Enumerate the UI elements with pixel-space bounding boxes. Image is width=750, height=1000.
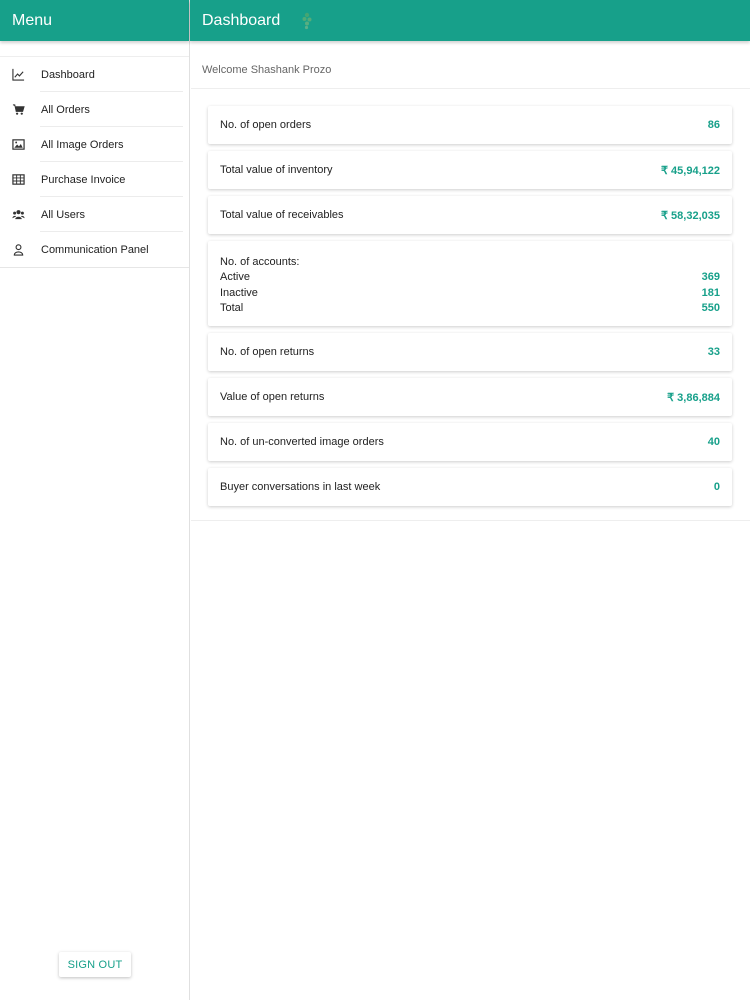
card-value: ₹ 58,32,035 [661, 209, 720, 222]
card-open-orders: No. of open orders 86 [208, 106, 732, 144]
sidebar-item-dashboard[interactable]: Dashboard [0, 57, 189, 92]
card-label: Total value of receivables [220, 209, 344, 221]
accounts-active-row: Active 369 [220, 270, 720, 286]
sidebar-item-purchase-invoice[interactable]: Purchase Invoice [0, 162, 189, 197]
welcome-text: Welcome Shashank Prozo [202, 64, 332, 76]
accounts-total-label: Total [220, 302, 244, 314]
card-value: 33 [707, 346, 720, 358]
sidebar-item-label: Purchase Invoice [41, 173, 126, 186]
sidebar-item-label: Communication Panel [41, 243, 149, 256]
sidebar-item-all-orders[interactable]: All Orders [0, 92, 189, 127]
loading-spinner-icon [300, 11, 314, 31]
sidebar-item-all-image-orders[interactable]: All Image Orders [0, 127, 189, 162]
card-accounts: No. of accounts: Active 369 Inactive 181… [208, 241, 732, 326]
table-icon [10, 172, 26, 188]
card-value: 86 [707, 119, 720, 131]
accounts-active-label: Active [220, 271, 250, 283]
card-label: Value of open returns [220, 391, 325, 403]
accounts-inactive-row: Inactive 181 [220, 286, 720, 302]
sidebar-item-label: All Image Orders [41, 138, 124, 151]
card-inventory-value: Total value of inventory ₹ 45,94,122 [208, 151, 732, 189]
dashboard-cards: No. of open orders 86 Total value of inv… [208, 106, 732, 513]
card-open-returns: No. of open returns 33 [208, 333, 732, 371]
cart-icon [10, 102, 26, 118]
card-value: 40 [707, 436, 720, 448]
accounts-inactive-value: 181 [701, 286, 720, 299]
card-label: No. of un-converted image orders [220, 436, 384, 448]
accounts-total-row: Total 550 [220, 301, 720, 317]
card-label: No. of open orders [220, 119, 312, 131]
card-label: Total value of inventory [220, 164, 333, 176]
header: Dashboard [190, 0, 750, 41]
sidebar-item-label: All Users [41, 208, 86, 221]
sidebar-item-label: All Orders [41, 103, 90, 116]
card-unconverted-image-orders: No. of un-converted image orders 40 [208, 423, 732, 461]
card-value: ₹ 3,86,884 [667, 391, 720, 404]
sidebar-item-communication-panel[interactable]: Communication Panel [0, 232, 189, 267]
card-label: Buyer conversations in last week [220, 481, 381, 493]
divider [191, 520, 750, 521]
image-icon [10, 137, 26, 153]
card-label: No. of accounts: [220, 256, 300, 268]
card-buyer-conversations: Buyer conversations in last week 0 [208, 468, 732, 506]
accounts-total-value: 550 [701, 302, 720, 314]
page-title: Dashboard [202, 11, 281, 29]
line-chart-icon [10, 67, 26, 83]
user-outline-icon [10, 242, 26, 258]
sidebar-item-label: Dashboard [41, 68, 95, 81]
sidebar: Menu Dashboard All Orders All Image Orde… [0, 0, 190, 1000]
menu-list: Dashboard All Orders All Image Orders Pu… [0, 56, 189, 268]
card-label: No. of open returns [220, 346, 315, 358]
sidebar-title: Menu [0, 0, 189, 41]
users-icon [10, 207, 26, 223]
sidebar-item-all-users[interactable]: All Users [0, 197, 189, 232]
sign-out-button[interactable]: SIGN OUT [59, 952, 131, 977]
card-receivables-value: Total value of receivables ₹ 58,32,035 [208, 196, 732, 234]
divider [191, 88, 750, 89]
card-value: ₹ 45,94,122 [661, 164, 720, 177]
card-value: 0 [713, 481, 720, 493]
card-open-returns-value: Value of open returns ₹ 3,86,884 [208, 378, 732, 416]
accounts-inactive-label: Inactive [220, 286, 258, 299]
accounts-active-value: 369 [701, 271, 720, 283]
